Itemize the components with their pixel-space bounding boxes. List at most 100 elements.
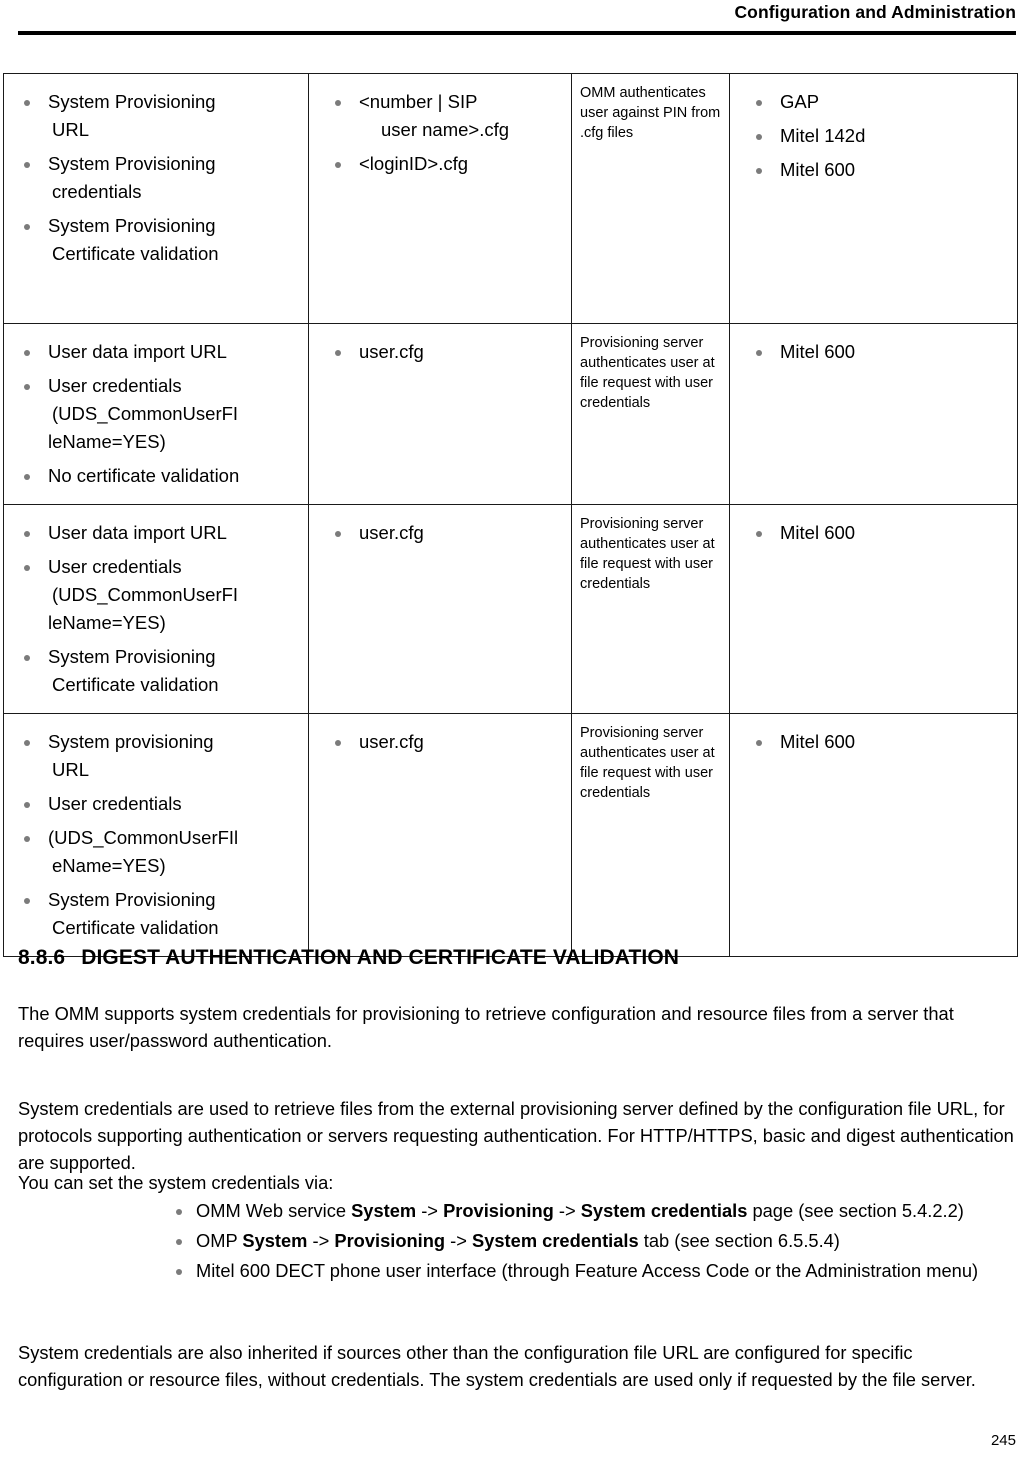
list-item-text: page (see section 5.4.2.2) [747, 1200, 964, 1221]
emphasis-text: Provisioning [334, 1230, 446, 1251]
cell-bullet-item: Mitel 600 [736, 519, 1011, 547]
cell-bullet-continuation: Certificate validation [52, 917, 219, 938]
cell-bullet-continuation: leName=YES) [48, 612, 166, 633]
list-item-text: -> [445, 1230, 473, 1251]
cell-bullet-continuation: (UDS_CommonUserFI [52, 584, 239, 605]
cell-sources: User data import URL User credentials (UDS… [3, 323, 309, 505]
paragraph-system-credentials-wrap: System credentials are used to retrieve … [18, 1095, 1014, 1180]
cell-files: user.cfg [308, 713, 572, 957]
cell-bullet-text: User data import URL [48, 341, 227, 362]
cell-bullet-text: Mitel 600 [780, 731, 856, 752]
cell-bullet-item: System Provisioning Certificate validatio… [10, 643, 302, 699]
cell-bullet-text: Mitel 600 [780, 341, 856, 362]
cell-bullet-continuation: leName=YES) [48, 431, 166, 452]
cell-bullet-list: user.cfg [315, 728, 565, 756]
cell-bullet-item: GAP [736, 88, 1011, 116]
cell-bullet-continuation: URL [52, 119, 90, 140]
cell-bullet-continuation: Certificate validation [52, 243, 219, 264]
cell-authentication: OMM authenticates user against PIN from … [571, 73, 730, 324]
credential-methods-list: OMM Web service System -> Provisioning -… [170, 1197, 1014, 1284]
cell-bullet-text: User credentials [48, 375, 182, 396]
cell-bullet-text: System Provisioning [48, 215, 216, 236]
list-item-text: OMP [196, 1230, 243, 1251]
paragraph-intro: The OMM supports system credentials for … [18, 1003, 954, 1051]
cell-bullet-item: System Provisioning URL [10, 88, 302, 144]
cell-bullet-list: System Provisioning URL System Provisionin… [10, 88, 302, 268]
list-item: OMP System -> Provisioning -> System cre… [170, 1227, 1014, 1254]
cell-bullet-list: user.cfg [315, 519, 565, 547]
cell-bullet-item: Mitel 600 [736, 338, 1011, 366]
credential-methods-list-wrap: OMM Web service System -> Provisioning -… [170, 1197, 1014, 1287]
cell-bullet-text: <number | SIP [359, 91, 478, 112]
document-page: Configuration and Administration System … [0, 0, 1032, 1471]
paragraph-set-via-wrap: You can set the system credentials via: [18, 1169, 1014, 1200]
cell-bullet-text: System Provisioning [48, 889, 216, 910]
cell-bullet-text: <loginID>.cfg [359, 153, 469, 174]
paragraph-set-via: You can set the system credentials via: [18, 1172, 334, 1193]
cell-bullet-item: No certificate validation [10, 462, 302, 490]
table-row: System Provisioning URL System Provisionin… [3, 73, 1018, 324]
cell-bullet-text: user.cfg [359, 341, 424, 362]
cell-bullet-item: Mitel 142d [736, 122, 1011, 150]
cell-authentication: Provisioning server authenticates user a… [571, 504, 730, 714]
paragraph-system-credentials: System credentials are used to retrieve … [18, 1098, 1014, 1173]
cell-sources: System provisioning URL User credentials (U… [3, 713, 309, 957]
cell-files: <number | SIP user name>.cfg <loginID>.cfg [308, 73, 572, 324]
cell-bullet-item: System Provisioning credentials [10, 150, 302, 206]
cell-bullet-text: System Provisioning [48, 646, 216, 667]
cell-files: user.cfg [308, 504, 572, 714]
cell-bullet-list: Mitel 600 [736, 519, 1011, 547]
cell-bullet-item: user.cfg [315, 728, 565, 756]
list-item: OMM Web service System -> Provisioning -… [170, 1197, 1014, 1224]
cell-bullet-list: GAP Mitel 142d Mitel 600 [736, 88, 1011, 184]
cell-bullet-item: User credentials (UDS_CommonUserFI leName=… [10, 553, 302, 637]
cell-bullet-text: user.cfg [359, 731, 424, 752]
cell-bullet-item: User data import URL [10, 519, 302, 547]
provisioning-comparison-table: System Provisioning URL System Provisionin… [3, 73, 1018, 957]
cell-sources: User data import URL User credentials (UDS… [3, 504, 309, 714]
cell-bullet-text: GAP [780, 91, 820, 112]
cell-bullet-text: (UDS_CommonUserFIl [48, 827, 239, 848]
list-item-text: Mitel 600 DECT phone user interface (thr… [196, 1260, 979, 1281]
table-row: System provisioning URL User credentials (U… [3, 713, 1018, 957]
cell-bullet-item: User credentials (UDS_CommonUserFI leName=… [10, 372, 302, 456]
cell-bullet-list: Mitel 600 [736, 728, 1011, 756]
emphasis-text: System credentials [580, 1200, 748, 1221]
cell-sources: System Provisioning URL System Provisionin… [3, 73, 309, 324]
cell-bullet-text: No certificate validation [48, 465, 240, 486]
cell-phones: Mitel 600 [729, 504, 1018, 714]
cell-bullet-item: <number | SIP user name>.cfg [315, 88, 565, 144]
cell-files: user.cfg [308, 323, 572, 505]
cell-authentication-text: Provisioning server authenticates user a… [580, 725, 715, 801]
cell-bullet-list: <number | SIP user name>.cfg <loginID>.cfg [315, 88, 565, 178]
cell-bullet-text: User credentials [48, 556, 182, 577]
cell-bullet-continuation: eName=YES) [52, 855, 166, 876]
cell-phones: GAP Mitel 142d Mitel 600 [729, 73, 1018, 324]
cell-authentication: Provisioning server authenticates user a… [571, 323, 730, 505]
cell-authentication-text: Provisioning server authenticates user a… [580, 516, 715, 592]
header-title: Configuration and Administration [734, 2, 1016, 22]
cell-bullet-item: User data import URL [10, 338, 302, 366]
section-heading: 8.8.6 DIGEST AUTHENTICATION AND CERTIFICA… [18, 946, 679, 970]
cell-bullet-item: Mitel 600 [736, 156, 1011, 184]
cell-bullet-item: Mitel 600 [736, 728, 1011, 756]
cell-bullet-text: Mitel 142d [780, 125, 866, 146]
cell-bullet-item: (UDS_CommonUserFIl eName=YES) [10, 824, 302, 880]
cell-authentication-text: Provisioning server authenticates user a… [580, 335, 715, 411]
table-body: System Provisioning URL System Provisionin… [3, 73, 1018, 957]
cell-bullet-list: Mitel 600 [736, 338, 1011, 366]
list-item-text: -> [307, 1230, 335, 1251]
cell-bullet-list: System provisioning URL User credentials (U… [10, 728, 302, 942]
list-item: Mitel 600 DECT phone user interface (thr… [170, 1257, 1014, 1284]
emphasis-text: System credentials [472, 1230, 639, 1251]
page-number: 245 [990, 1432, 1016, 1449]
cell-authentication-text: OMM authenticates user against PIN from … [580, 85, 721, 141]
cell-bullet-item: System Provisioning Certificate validatio… [10, 212, 302, 268]
list-item-text: tab (see section 6.5.5.4) [638, 1230, 840, 1251]
header-divider-rule [18, 31, 1016, 35]
paragraph-inherited: System credentials are also inherited if… [18, 1342, 976, 1390]
list-item-text: -> [553, 1200, 581, 1221]
section-number: 8.8.6 [18, 946, 66, 969]
cell-bullet-text: System Provisioning [48, 91, 216, 112]
list-item-text: -> [416, 1200, 444, 1221]
